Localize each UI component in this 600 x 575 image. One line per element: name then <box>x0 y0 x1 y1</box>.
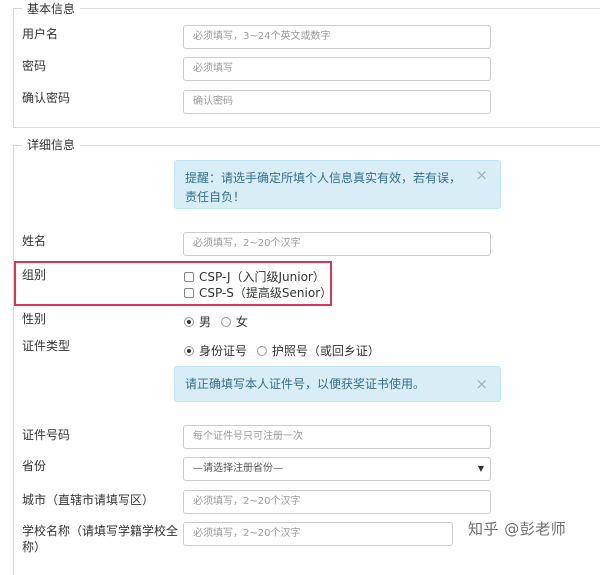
name-input[interactable]: 必须填写，2~20个汉字 <box>183 232 491 256</box>
group-highlight-box <box>14 261 332 306</box>
province-select[interactable]: —请选择注册省份— ▼ <box>183 457 491 481</box>
city-label: 城市（直辖市请填写区） <box>22 493 155 507</box>
radio-selected-icon[interactable] <box>184 317 194 327</box>
id-type-option-passport[interactable]: 护照号（或回乡证） <box>256 343 380 359</box>
username-input[interactable]: 必须填写，3~24个英文或数字 <box>183 25 491 49</box>
id-number-input[interactable]: 每个证件号只可注册一次 <box>183 425 491 449</box>
confirm-password-input[interactable]: 确认密码 <box>183 90 491 114</box>
city-input[interactable]: 必须填写，2~20个汉字 <box>183 490 491 514</box>
school-label-line2: 称） <box>22 540 47 554</box>
id-type-label: 证件类型 <box>22 339 71 353</box>
radio-icon[interactable] <box>220 317 231 327</box>
province-selected-value: —请选择注册省份— <box>193 463 283 474</box>
confirm-password-label: 确认密码 <box>22 91 71 105</box>
id-type-option-idcard[interactable]: 身份证号 <box>184 343 247 359</box>
detail-info-legend: 详细信息 <box>22 138 81 152</box>
id-notice-alert: 请正确填写本人证件号，以便获奖证书使用。 × <box>174 366 501 402</box>
gender-option-male[interactable]: 男 <box>184 314 211 330</box>
gender-radios: 男 女 <box>184 314 254 330</box>
basic-info-legend: 基本信息 <box>22 2 81 16</box>
radio-selected-icon[interactable] <box>184 346 194 356</box>
close-icon[interactable]: × <box>475 376 488 392</box>
watermark-text: 知乎 @彭老师 <box>468 520 567 538</box>
password-input[interactable]: 必须填写 <box>183 57 491 81</box>
notice-text: 提醒：请选手确定所填个人信息真实有效，若有误，责任自负！ <box>185 171 462 204</box>
chevron-down-icon: ▼ <box>477 464 484 473</box>
password-label: 密码 <box>22 59 47 73</box>
gender-label: 性别 <box>22 312 47 326</box>
name-label: 姓名 <box>22 234 47 248</box>
school-label-line1: 学校名称（请填写学籍学校全 <box>22 524 179 538</box>
close-icon[interactable]: × <box>475 167 488 183</box>
notice-alert: 提醒：请选手确定所填个人信息真实有效，若有误，责任自负！ × <box>174 160 501 209</box>
school-input[interactable]: 必须填写，2~20个汉字 <box>183 522 453 546</box>
province-label: 省份 <box>22 459 47 473</box>
id-type-radios: 身份证号 护照号（或回乡证） <box>184 343 386 359</box>
id-notice-text: 请正确填写本人证件号，以便获奖证书使用。 <box>185 377 426 391</box>
username-label: 用户名 <box>22 27 59 41</box>
radio-icon[interactable] <box>256 346 267 356</box>
id-number-label: 证件号码 <box>22 428 71 442</box>
gender-option-female[interactable]: 女 <box>220 314 248 330</box>
